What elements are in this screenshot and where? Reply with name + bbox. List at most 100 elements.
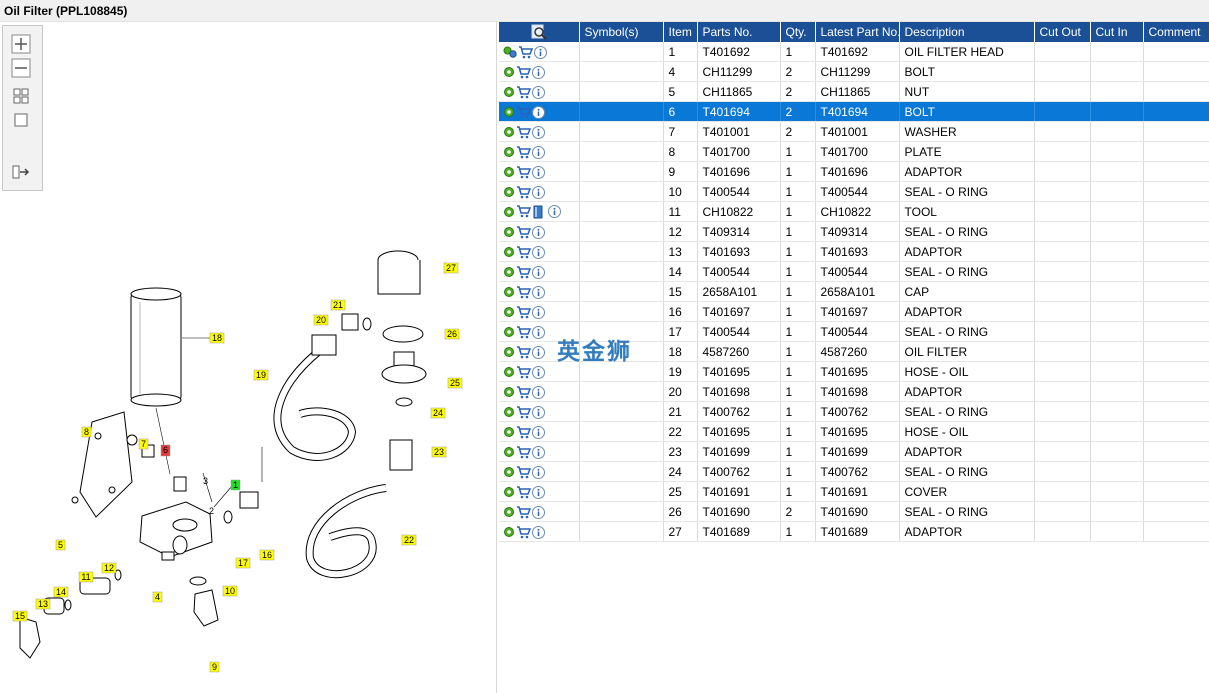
row-actions[interactable] [499, 101, 580, 122]
gear-icon[interactable] [503, 206, 515, 218]
header-symbols[interactable]: Symbol(s) [579, 22, 664, 42]
callout-16[interactable]: 16 [259, 549, 275, 561]
info-icon[interactable] [548, 205, 562, 219]
callout-11[interactable]: 11 [78, 571, 94, 583]
callout-24[interactable]: 24 [430, 407, 446, 419]
export-list-icon[interactable] [11, 162, 31, 182]
info-icon[interactable] [532, 105, 545, 119]
cart-icon[interactable] [516, 85, 531, 99]
cart-icon[interactable] [516, 205, 531, 218]
table-row[interactable]: 24 T400762 1 T400762 SEAL - O RING [499, 461, 1209, 482]
info-icon[interactable] [532, 265, 545, 279]
info-icon[interactable] [534, 45, 547, 59]
cart-icon[interactable] [516, 285, 531, 299]
info-icon[interactable] [532, 505, 545, 519]
info-icon[interactable] [532, 65, 545, 79]
row-actions[interactable] [499, 261, 580, 282]
search-list-icon[interactable] [531, 24, 547, 40]
table-row[interactable]: 10 T400544 1 T400544 SEAL - O RING [499, 181, 1209, 202]
cart-icon[interactable] [516, 465, 531, 479]
info-icon[interactable] [532, 485, 545, 499]
cart-icon[interactable] [516, 105, 531, 119]
callout-3[interactable]: 3 [203, 476, 208, 486]
cart-icon[interactable] [516, 425, 531, 439]
gear-icon[interactable] [503, 406, 515, 418]
gear-icon[interactable] [503, 446, 515, 458]
header-cut-in[interactable]: Cut In [1090, 22, 1144, 42]
cart-icon[interactable] [516, 145, 531, 159]
info-icon[interactable] [532, 385, 545, 399]
info-icon[interactable] [532, 345, 545, 359]
callout-4[interactable]: 4 [152, 591, 163, 603]
row-actions[interactable] [499, 161, 580, 182]
gear-icon[interactable] [503, 506, 515, 518]
cart-icon[interactable] [516, 485, 531, 499]
table-row[interactable]: 5 CH11865 2 CH11865 NUT [499, 81, 1209, 102]
row-actions[interactable] [499, 61, 580, 82]
callout-6[interactable]: 6 [160, 444, 171, 457]
table-row[interactable]: 7 T401001 2 T401001 WASHER [499, 121, 1209, 142]
table-row[interactable]: 23 T401699 1 T401699 ADAPTOR [499, 441, 1209, 462]
callout-22[interactable]: 22 [401, 534, 417, 546]
callout-23[interactable]: 23 [431, 446, 447, 458]
gear-icon[interactable] [503, 346, 515, 358]
cart-icon[interactable] [516, 125, 531, 139]
gear-icon[interactable] [503, 246, 515, 258]
cart-icon[interactable] [516, 385, 531, 399]
manual-icon[interactable] [532, 205, 544, 219]
callout-20[interactable]: 20 [313, 314, 329, 326]
table-row[interactable]: 14 T400544 1 T400544 SEAL - O RING [499, 261, 1209, 282]
callout-21[interactable]: 21 [330, 299, 346, 311]
table-row[interactable]: 26 T401690 2 T401690 SEAL - O RING [499, 501, 1209, 522]
header-item[interactable]: Item [663, 22, 698, 42]
gear-icon[interactable] [503, 386, 515, 398]
table-row[interactable]: 16 T401697 1 T401697 ADAPTOR [499, 301, 1209, 322]
gear-icon[interactable] [503, 266, 515, 278]
header-search[interactable] [499, 22, 580, 42]
cart-icon[interactable] [516, 405, 531, 419]
cart-icon[interactable] [516, 505, 531, 519]
callout-5[interactable]: 5 [55, 539, 66, 551]
callout-8[interactable]: 8 [81, 426, 92, 438]
callout-26[interactable]: 26 [444, 328, 460, 340]
table-row[interactable]: 20 T401698 1 T401698 ADAPTOR [499, 381, 1209, 402]
header-latest-part-no[interactable]: Latest Part No. [815, 22, 900, 42]
row-actions[interactable] [499, 241, 580, 262]
row-actions[interactable] [499, 281, 580, 302]
gear-icon[interactable] [503, 526, 515, 538]
table-row[interactable]: 6 T401694 2 T401694 BOLT [499, 101, 1209, 122]
gear-icon[interactable] [503, 146, 515, 158]
callout-1[interactable]: 1 [230, 479, 241, 491]
info-icon[interactable] [532, 365, 545, 379]
info-icon[interactable] [532, 85, 545, 99]
actual-size-icon[interactable] [11, 110, 31, 130]
info-icon[interactable] [532, 165, 545, 179]
info-icon[interactable] [532, 445, 545, 459]
callout-12[interactable]: 12 [101, 562, 117, 574]
gear-icon[interactable] [503, 66, 515, 78]
cart-icon[interactable] [516, 185, 531, 199]
gear-icon[interactable] [503, 326, 515, 338]
table-row[interactable]: 21 T400762 1 T400762 SEAL - O RING [499, 401, 1209, 422]
table-row[interactable]: 13 T401693 1 T401693 ADAPTOR [499, 241, 1209, 262]
cart-icon[interactable] [516, 65, 531, 79]
callout-10[interactable]: 10 [222, 585, 238, 597]
gear-icon[interactable] [503, 286, 515, 298]
row-actions[interactable] [499, 481, 580, 502]
callout-19[interactable]: 19 [253, 369, 269, 381]
row-actions[interactable] [499, 42, 580, 62]
callout-13[interactable]: 13 [35, 598, 51, 610]
row-actions[interactable] [499, 121, 580, 142]
table-row[interactable]: 11 CH10822 1 CH10822 TOOL [499, 201, 1209, 222]
callout-18[interactable]: 18 [209, 332, 225, 344]
callout-2[interactable]: 2 [209, 506, 214, 516]
fit-view-icon[interactable] [11, 86, 31, 106]
gears-icon[interactable] [503, 46, 517, 58]
gear-icon[interactable] [503, 106, 515, 118]
gear-icon[interactable] [503, 86, 515, 98]
gear-icon[interactable] [503, 226, 515, 238]
cart-icon[interactable] [516, 325, 531, 339]
cart-icon[interactable] [516, 225, 531, 239]
info-icon[interactable] [532, 225, 545, 239]
cart-icon[interactable] [516, 525, 531, 539]
